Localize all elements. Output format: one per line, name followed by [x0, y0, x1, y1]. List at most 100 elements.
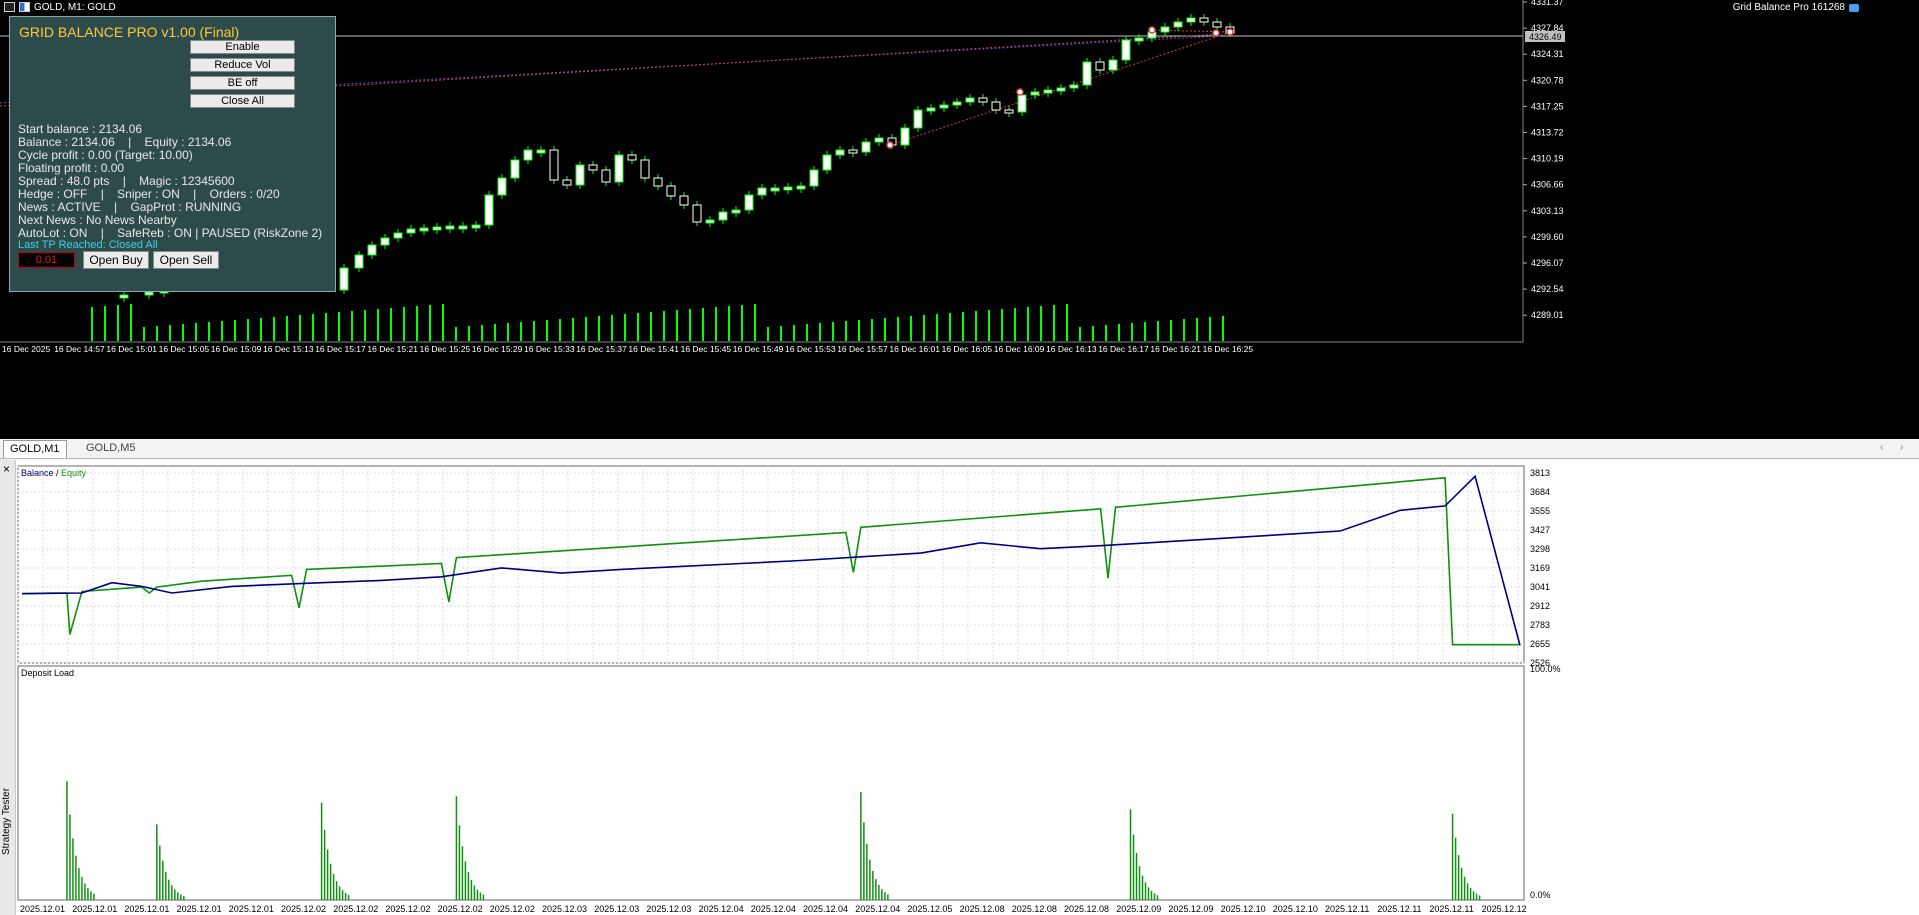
candle-body	[926, 107, 936, 112]
time-tick-label: 16 Dec 15:57	[837, 344, 888, 354]
candle-body	[861, 141, 871, 153]
candle-body	[692, 204, 702, 223]
y-tick-label: 3427	[1530, 525, 1550, 535]
chart-title: GOLD, M1: GOLD	[34, 1, 116, 13]
time-tick-label: 16 Dec 15:37	[576, 344, 627, 354]
candle-body	[952, 101, 962, 106]
x-tick-label: 2025.12.08	[960, 904, 1005, 914]
tabs-right-arrow-icon[interactable]: ›	[1900, 442, 1903, 453]
trade-marker-icon	[886, 141, 894, 149]
candle-body	[822, 154, 832, 171]
time-tick-label: 16 Dec 15:21	[367, 344, 418, 354]
y-tick-label: 3684	[1530, 487, 1550, 497]
x-tick-label: 2025.12.01	[177, 904, 222, 914]
x-tick-label: 2025.12.01	[229, 904, 274, 914]
candle-body	[783, 186, 793, 191]
candle-body	[1199, 17, 1209, 23]
time-tick-label: 16 Dec 15:13	[263, 344, 314, 354]
current-price-label: 4326.49	[1529, 32, 1562, 42]
floating-profit-line: Floating profit : 0.00	[18, 161, 125, 175]
candle-body	[575, 164, 585, 186]
candle-body	[874, 137, 884, 143]
ea-title: GRID BALANCE PRO v1.00 (Final)	[19, 24, 240, 40]
candle-body	[835, 149, 845, 156]
x-tick-label: 2025.12.02	[333, 904, 378, 914]
candle-body	[796, 185, 806, 190]
y-tick-label: 3298	[1530, 544, 1550, 554]
time-tick-label: 16 Dec 15:01	[106, 344, 157, 354]
lot-size-input[interactable]: 0.01	[18, 252, 75, 268]
deposit-y-tick-label: 100.0%	[1530, 664, 1561, 674]
price-chart-window[interactable]: GOLD, M1: GOLD Grid Balance Pro 161268 4…	[0, 0, 1919, 439]
price-tick-label: 4313.72	[1531, 128, 1564, 138]
candle-body	[614, 154, 624, 183]
open-buy-button[interactable]: Open Buy	[83, 251, 149, 269]
y-tick-label: 2912	[1530, 601, 1550, 611]
trade-marker-icon	[1016, 88, 1024, 96]
x-tick-label: 2025.12.10	[1273, 904, 1318, 914]
candle-body	[367, 244, 377, 256]
price-tick-label: 4324.31	[1531, 49, 1564, 59]
candle-body	[848, 149, 858, 154]
time-tick-label: 16 Dec 2025	[2, 344, 50, 354]
terminal-window: GOLD, M1: GOLD Grid Balance Pro 161268 4…	[0, 0, 1919, 915]
candle-body	[1056, 87, 1066, 92]
x-tick-label: 2025.12.01	[124, 904, 169, 914]
candle-body	[705, 219, 715, 224]
price-tick-label: 4310.19	[1531, 154, 1564, 164]
reduce-vol-button[interactable]: Reduce Vol	[190, 58, 295, 72]
tester-side-label: Strategy Tester	[1, 787, 12, 855]
price-tick-label: 4320.78	[1531, 75, 1564, 85]
candle-body	[1212, 21, 1222, 28]
x-tick-label: 2025.12.02	[490, 904, 535, 914]
candle-body	[1030, 91, 1040, 96]
window-menu-icon[interactable]	[4, 2, 15, 12]
enable-button[interactable]: Enable	[190, 40, 295, 54]
y-tick-label: 2655	[1530, 639, 1550, 649]
deposit-y-tick-label: 0.0%	[1530, 890, 1551, 900]
expert-hat-icon	[1849, 3, 1859, 12]
time-tick-label: 16 Dec 15:53	[785, 344, 836, 354]
tester-graph[interactable]: 3813 3684 3555 3427 3298 3169 3041 2912 2783 2655…	[16, 460, 1919, 915]
open-sell-button[interactable]: Open Sell	[153, 251, 219, 269]
x-tick-label: 2025.12.08	[1064, 904, 1109, 914]
candle-body	[510, 159, 520, 179]
price-tick-label: 4331.37	[1531, 0, 1564, 7]
candle-body	[1095, 61, 1105, 71]
x-tick-label: 2025.12.03	[646, 904, 691, 914]
x-tick-label: 2025.12.12	[1482, 904, 1527, 914]
candle-body	[757, 187, 767, 196]
cycle-profit-line: Cycle profit : 0.00 (Target: 10.00)	[18, 148, 193, 162]
tabs-left-arrow-icon[interactable]: ‹	[1880, 442, 1883, 453]
candle-body	[809, 169, 819, 187]
tab-gold-m5[interactable]: GOLD,M5	[80, 440, 142, 458]
y-tick-label: 2783	[1530, 620, 1550, 630]
close-all-button[interactable]: Close All	[190, 94, 295, 108]
candle-body	[549, 149, 559, 181]
be-off-button[interactable]: BE off	[190, 76, 295, 90]
x-tick-label: 2025.12.02	[281, 904, 326, 914]
graph-legend: Balance / Equity	[21, 468, 87, 478]
x-tick-label: 2025.12.11	[1325, 904, 1369, 914]
x-tick-label: 2025.12.11	[1377, 904, 1421, 914]
candle-body	[354, 254, 364, 269]
candle-body	[601, 169, 611, 183]
candle-body	[1108, 59, 1118, 71]
ea-panel: GRID BALANCE PRO v1.00 (Final) Enable Re…	[9, 16, 336, 292]
candle-body	[1121, 39, 1131, 61]
candle-body	[653, 177, 663, 187]
x-tick-label: 2025.12.04	[803, 904, 848, 914]
x-tick-label: 2025.12.11	[1429, 904, 1473, 914]
price-tick-label: 4299.60	[1531, 232, 1564, 242]
tab-gold-m1[interactable]: GOLD,M1	[3, 440, 67, 458]
candle-body	[406, 228, 416, 234]
x-tick-label: 2025.12.02	[438, 904, 483, 914]
candle-body	[1160, 26, 1170, 33]
trade-marker-icon	[1212, 29, 1220, 37]
strategy-tester-panel: × Strategy Tester 3813 3684 3555 3427 3298 31…	[0, 460, 1919, 915]
candle-body	[471, 224, 481, 229]
y-tick-label: 3169	[1530, 563, 1550, 573]
deposit-load-frame	[17, 665, 1525, 901]
x-tick-label: 2025.12.01	[20, 904, 65, 914]
x-tick-label: 2025.12.05	[907, 904, 952, 914]
